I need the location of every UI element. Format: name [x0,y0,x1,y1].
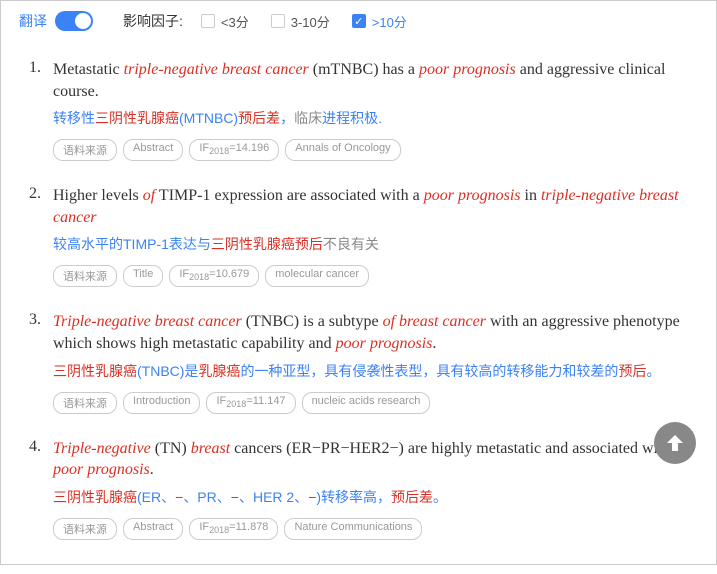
filter-checkbox-2[interactable]: >10分 [352,12,407,31]
tag[interactable]: molecular cancer [265,265,369,287]
back-to-top-button[interactable] [654,422,696,464]
item-tags: 语料来源 Introduction IF2018=11.147 nucleic aci… [53,392,688,414]
item-number: 3. [29,311,53,413]
arrow-up-icon [663,431,687,455]
tag[interactable]: 语料来源 [53,265,117,287]
checkbox-icon [201,14,215,28]
tag[interactable]: Introduction [123,392,200,414]
tag[interactable]: Abstract [123,139,183,161]
filter-checkbox-1[interactable]: 3-10分 [271,12,330,31]
tag[interactable]: Nature Communications [284,518,422,540]
result-item: 2.Higher levels of TIMP-1 expression are… [29,185,688,287]
checkbox-icon [352,14,366,28]
filter-checkbox-0[interactable]: <3分 [201,12,249,31]
results-list: 1.Metastatic triple-negative breast canc… [1,41,716,574]
translate-label: 翻译 [19,11,47,31]
tag[interactable]: 语料来源 [53,518,117,540]
item-translation[interactable]: 三阴性乳腺癌(TNBC)是乳腺癌的一种亚型，具有侵袭性表型，具有较高的转移能力和… [53,361,688,382]
item-english-text[interactable]: Metastatic triple-negative breast cancer… [53,59,688,102]
item-tags: 语料来源 Abstract IF2018=11.878 Nature Communic… [53,518,688,540]
item-translation[interactable]: 较高水平的TIMP-1表达与三阴性乳腺癌预后不良有关 [53,234,688,255]
filter-header: 翻译 影响因子: <3分 3-10分 >10分 [1,1,716,41]
tag[interactable]: Title [123,265,163,287]
tag[interactable]: IF2018=10.679 [169,265,259,287]
item-english-text[interactable]: Triple-negative breast cancer (TNBC) is … [53,311,688,354]
translate-toggle[interactable] [55,11,93,31]
checkbox-label: >10分 [372,12,407,31]
item-tags: 语料来源 Title IF2018=10.679 molecular cancer [53,265,688,287]
item-number: 2. [29,185,53,287]
tag[interactable]: 语料来源 [53,139,117,161]
item-tags: 语料来源 Abstract IF2018=14.196 Annals of Oncol… [53,139,688,161]
tag[interactable]: Abstract [123,518,183,540]
tag[interactable]: nucleic acids research [302,392,431,414]
item-translation[interactable]: 三阴性乳腺癌(ER、−、PR、−、HER 2、−)转移率高，预后差。 [53,487,688,508]
result-item: 3.Triple-negative breast cancer (TNBC) i… [29,311,688,413]
checkbox-icon [271,14,285,28]
tag[interactable]: IF2018=14.196 [189,139,279,161]
result-item: 4.Triple-negative (TN) breast cancers (E… [29,438,688,540]
impact-factor-label: 影响因子: [123,11,183,31]
tag[interactable]: Annals of Oncology [285,139,400,161]
checkbox-label: 3-10分 [291,12,330,31]
item-english-text[interactable]: Higher levels of TIMP-1 expression are a… [53,185,688,228]
item-number: 1. [29,59,53,161]
tag[interactable]: 语料来源 [53,392,117,414]
item-english-text[interactable]: Triple-negative (TN) breast cancers (ER−… [53,438,688,481]
item-number: 4. [29,438,53,540]
tag[interactable]: IF2018=11.147 [206,392,295,414]
result-item: 1.Metastatic triple-negative breast canc… [29,59,688,161]
tag[interactable]: IF2018=11.878 [189,518,278,540]
item-translation[interactable]: 转移性三阴性乳腺癌(MTNBC)预后差，临床进程积极. [53,108,688,129]
checkbox-label: <3分 [221,12,249,31]
